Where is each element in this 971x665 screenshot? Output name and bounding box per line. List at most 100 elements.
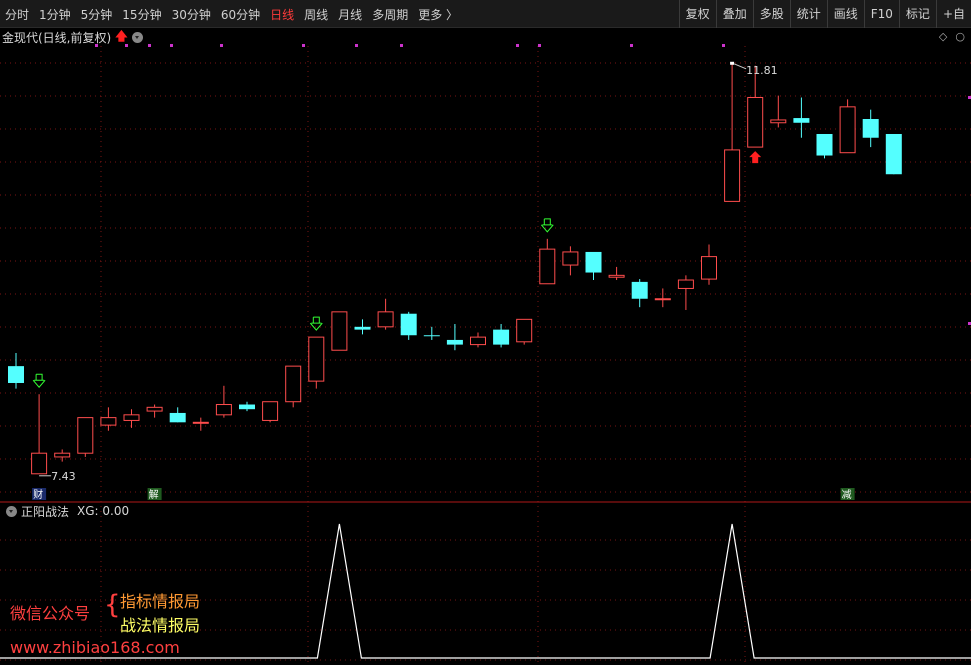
marks: 11.81 7.43 财 解 减 (32, 61, 855, 501)
period-tab[interactable]: 周线 (299, 6, 333, 23)
toolbar-buttons: 复权 叠加 多股 统计 画线 F10 标记 +自 (678, 0, 971, 28)
candle-body (239, 404, 255, 410)
candle (839, 99, 856, 154)
top-marker-dot (170, 44, 173, 47)
candle (862, 109, 879, 148)
high-marker (730, 61, 735, 65)
candle-body (100, 417, 117, 426)
period-tab[interactable]: 15分钟 (117, 6, 166, 23)
indicator-dropdown-icon[interactable] (6, 505, 17, 517)
candle-body (839, 106, 856, 154)
chart-title: 金现代(日线,前复权) (2, 30, 112, 45)
candle-body (31, 452, 48, 475)
candle (539, 238, 556, 285)
candle (31, 394, 48, 475)
candle (446, 324, 463, 351)
circle-outline-icon[interactable]: ○ (955, 30, 965, 43)
candle-body (423, 335, 440, 337)
candle-body (585, 251, 602, 273)
candle (516, 318, 533, 345)
candle-body (146, 406, 163, 412)
candle (192, 417, 209, 431)
candle (54, 449, 71, 462)
candle (608, 266, 625, 281)
candle (770, 95, 787, 128)
candle-body (747, 96, 764, 148)
candle-body (331, 311, 348, 351)
candle (308, 336, 325, 389)
toolbar-button[interactable]: F10 (863, 0, 899, 28)
candle-body (631, 281, 648, 299)
event-badge-label: 财 (33, 488, 43, 501)
candle (470, 332, 486, 348)
candle-body (539, 248, 556, 285)
candle-body (377, 311, 394, 328)
indicator-value: XG: 0.00 (77, 504, 130, 518)
watermark-site: www.zhibiao168.com (10, 638, 180, 657)
period-tab[interactable]: 多周期 (367, 6, 413, 23)
candlestick-chart[interactable]: 11.81 7.43 财 解 减 (0, 0, 971, 665)
toolbar-button[interactable]: 统计 (789, 0, 827, 28)
toolbar-button[interactable]: 多股 (752, 0, 790, 28)
candle (146, 404, 163, 418)
period-tab[interactable]: 30分钟 (167, 6, 216, 23)
event-badge (147, 488, 162, 500)
candle (793, 97, 810, 138)
candle-body (123, 414, 140, 421)
candle (285, 365, 302, 408)
diamond-icon[interactable]: ◇ (939, 30, 947, 43)
period-tab[interactable]: 5分钟 (76, 6, 118, 23)
candle (215, 385, 232, 418)
candle-body (77, 417, 94, 454)
toolbar-button[interactable]: 复权 (678, 0, 716, 28)
toolbar-button[interactable]: 标记 (898, 0, 936, 28)
candle (631, 279, 648, 308)
candle-body (308, 336, 325, 382)
candles (8, 63, 902, 475)
candle-body (516, 318, 533, 343)
low-label: 7.43 (51, 470, 76, 483)
candle (885, 133, 902, 175)
period-tab[interactable]: 分时 (0, 6, 34, 23)
candle (262, 401, 279, 423)
candle (354, 319, 371, 335)
red-up-arrow-icon: 🡅 (115, 28, 128, 43)
candle (77, 417, 94, 457)
candle-body (562, 251, 579, 266)
candle-body (654, 298, 671, 301)
candle-body (770, 119, 787, 124)
period-tab[interactable]: 日线 (265, 6, 299, 23)
event-badge-label: 解 (149, 488, 159, 501)
green-down-arrow-icon (309, 316, 323, 331)
top-marker-dot (148, 44, 151, 47)
candle-body (608, 274, 625, 278)
period-tab[interactable]: 更多 〉 (413, 6, 463, 23)
candle (493, 324, 510, 348)
period-tab[interactable]: 1分钟 (34, 6, 76, 23)
toolbar-button[interactable]: +自 (935, 0, 971, 28)
candle-body (192, 421, 209, 424)
period-tab[interactable]: 月线 (333, 6, 367, 23)
candle (8, 353, 24, 389)
watermark-line1: 指标情报局 (120, 592, 201, 611)
candle (169, 407, 186, 423)
toolbar-button[interactable]: 叠加 (715, 0, 753, 28)
chart-title-row: 金现代(日线,前复权) 🡅 (2, 28, 143, 46)
candle (331, 311, 348, 351)
candle (701, 244, 717, 285)
candle (400, 311, 417, 340)
event-badge (32, 488, 47, 500)
candle-body (262, 401, 279, 421)
candle-body (354, 326, 371, 330)
candle (816, 133, 833, 159)
top-marker-dot (722, 44, 725, 47)
dropdown-circle-icon[interactable] (131, 31, 143, 43)
candle (123, 409, 140, 428)
candle (423, 326, 440, 340)
candle-body (470, 336, 486, 346)
green-down-arrow-icon (32, 373, 46, 388)
event-badge (840, 488, 855, 500)
period-tab[interactable]: 60分钟 (216, 6, 265, 23)
toolbar-button[interactable]: 画线 (826, 0, 864, 28)
top-marker-dot (630, 44, 633, 47)
